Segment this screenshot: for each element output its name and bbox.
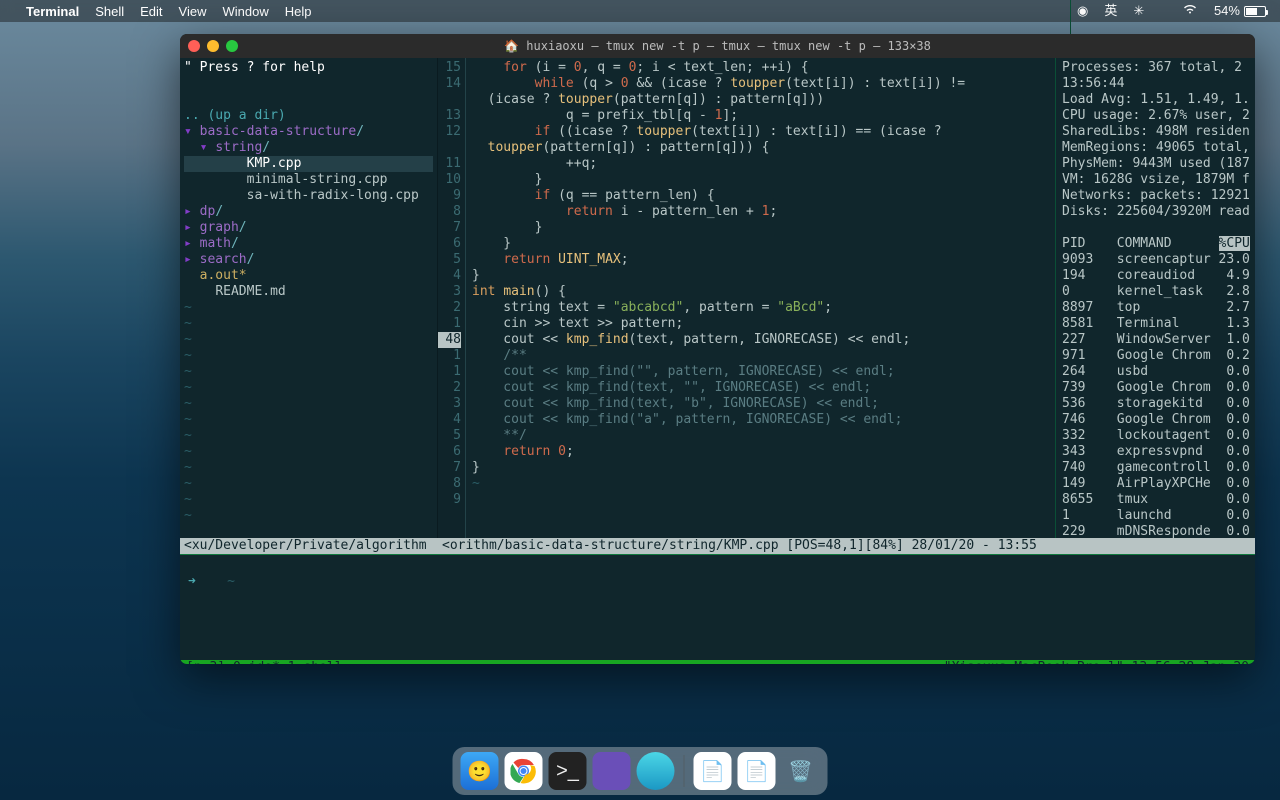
dock-document-icon[interactable]: 📄 [738,752,776,790]
vim-statusline: <xu/Developer/Private/algorithm <orithm/… [180,538,1255,554]
shell-cwd: ~ [227,574,235,589]
window-title: 🏠 huxiaoxu — tmux new -t p — tmux — tmux… [180,39,1255,53]
terminal-window: 🏠 huxiaoxu — tmux new -t p — tmux — tmux… [180,34,1255,664]
top-pane[interactable]: Processes: 367 total, 213:56:44Load Avg:… [1055,58,1255,538]
vim-gutter: 1514 1312 1110987654321481123456789 [438,58,466,538]
tmux-right: "Xiaoxus-MacBook-Pro.l" 13:56 28-Jan-20 [944,660,1249,664]
menu-shell[interactable]: Shell [95,4,124,19]
menu-window[interactable]: Window [223,4,269,19]
menu-view[interactable]: View [179,4,207,19]
app-name[interactable]: Terminal [26,4,79,19]
shell-prompt-icon: ➜ [188,574,196,589]
statusline-nerdtree: <xu/Developer/Private/algorithm [180,538,438,554]
tmux-windows[interactable]: [p-3] 0:ide* 1:shell- [186,660,350,664]
menu-edit[interactable]: Edit [140,4,162,19]
nerdtree-pane[interactable]: " Press ? for help .. (up a dir)▾ basic-… [180,58,438,538]
macos-dock[interactable]: 🙂 >_ 📄 📄 🗑️ [453,747,828,795]
dock-finder-icon[interactable]: 🙂 [461,752,499,790]
dock-separator [684,755,685,787]
menu-help[interactable]: Help [285,4,312,19]
wifi-icon[interactable] [1160,0,1198,35]
window-minimize-button[interactable] [207,40,219,52]
pane-divider [180,554,1255,570]
window-zoom-button[interactable] [226,40,238,52]
bluetooth-icon[interactable]: ✳ [1133,3,1144,19]
shell-pane[interactable]: ➜ ~ [180,570,1255,660]
record-icon[interactable]: ◉ [1077,3,1088,19]
input-method-icon[interactable]: 英 [1104,3,1117,19]
macos-menubar: Terminal Shell Edit View Window Help ◉ 英… [0,0,1280,22]
statusline-buffer: <orithm/basic-data-structure/string/KMP.… [438,538,1255,554]
dock-terminal-icon[interactable]: >_ [549,752,587,790]
dock-chrome-icon[interactable] [505,752,543,790]
window-close-button[interactable] [188,40,200,52]
dock-document-icon[interactable]: 📄 [694,752,732,790]
dock-app-icon[interactable] [593,752,631,790]
tmux-statusbar[interactable]: [p-3] 0:ide* 1:shell- "Xiaoxus-MacBook-P… [180,660,1255,664]
vim-code-pane[interactable]: for (i = 0, q = 0; i < text_len; ++i) { … [466,58,1055,538]
window-titlebar[interactable]: 🏠 huxiaoxu — tmux new -t p — tmux — tmux… [180,34,1255,58]
battery-percent: 54% [1214,3,1240,19]
dock-trash-icon[interactable]: 🗑️ [782,752,820,790]
dock-app-icon[interactable] [637,752,675,790]
battery-indicator[interactable]: 54% [1214,3,1266,19]
